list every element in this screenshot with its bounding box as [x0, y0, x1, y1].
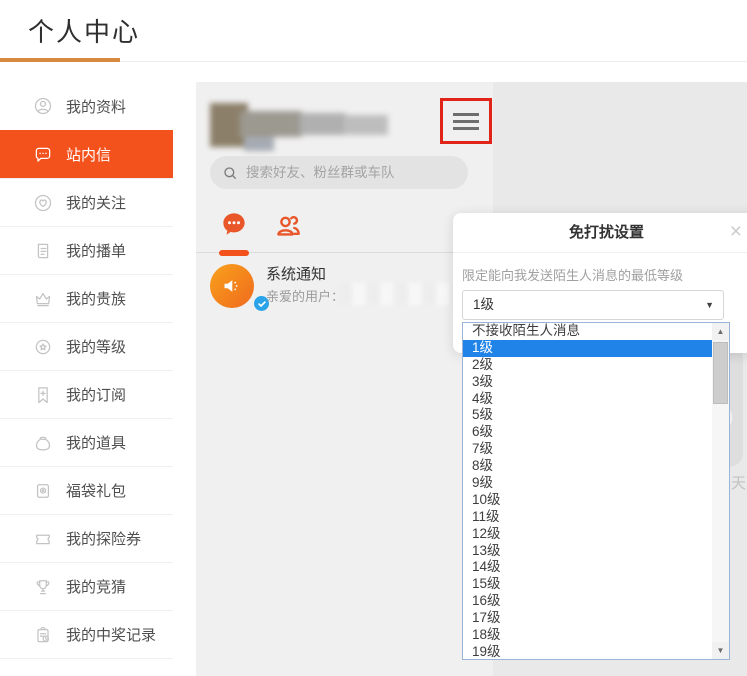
scroll-down-icon[interactable]: ▼ [712, 642, 729, 659]
sidebar-item-label: 我的道具 [66, 435, 127, 452]
header-accent-bar [0, 58, 120, 62]
scroll-up-icon[interactable]: ▲ [712, 323, 729, 340]
modal-divider [453, 252, 747, 253]
dropdown-option[interactable]: 12级 [463, 526, 712, 543]
record-icon [33, 625, 53, 645]
blurred-username [210, 95, 390, 153]
sidebar-item-11[interactable]: 我的中奖记录 [0, 610, 173, 658]
tab-contacts[interactable] [273, 210, 303, 240]
sidebar-item-8[interactable]: 福袋礼包 [0, 466, 173, 514]
dropdown-option[interactable]: 15级 [463, 576, 712, 593]
sidebar-item-label: 福袋礼包 [66, 483, 127, 500]
user-icon [33, 96, 53, 116]
dropdown-option[interactable]: 10级 [463, 492, 712, 509]
sidebar-item-label: 我的关注 [66, 195, 127, 212]
dropdown-scrollbar[interactable]: ▲ ▼ [712, 323, 729, 659]
gift-icon [33, 481, 53, 501]
message-list-item-system[interactable]: 系统通知 亲爱的用户： [196, 262, 493, 326]
bookmark-icon [33, 385, 53, 405]
sidebar-item-10[interactable]: 我的竞猜 [0, 562, 173, 610]
sidebar-item-5[interactable]: 我的等级 [0, 322, 173, 370]
sidebar-item-3[interactable]: 我的播单 [0, 226, 173, 274]
contacts-icon [277, 216, 300, 236]
sidebar-item-6[interactable]: 我的订阅 [0, 370, 173, 418]
page-title: 个人中心 [28, 17, 141, 47]
sidebar-item-7[interactable]: 我的道具 [0, 418, 173, 466]
dropdown-option[interactable]: 不接收陌生人消息 [463, 323, 712, 340]
message-icon [33, 145, 53, 165]
dropdown-option[interactable]: 18级 [463, 627, 712, 644]
heart-icon [33, 193, 53, 213]
sidebar-item-label: 我的中奖记录 [66, 627, 157, 644]
personal-center-page: 个人中心 我的资料站内信我的关注我的播单我的贵族我的等级我的订阅我的道具福袋礼包… [0, 0, 747, 676]
dropdown-option[interactable]: 8级 [463, 458, 712, 475]
sidebar-item-label: 我的探险券 [66, 531, 142, 548]
sidebar-item-label: 我的播单 [66, 243, 127, 260]
scrollbar-thumb[interactable] [713, 342, 728, 404]
check-badge-icon [257, 300, 266, 307]
dropdown-option[interactable]: 3级 [463, 374, 712, 391]
dropdown-options: 不接收陌生人消息 1级 2级 3级 4级 5级 6级 7级 8级 9级 10级 11级 12级 13级 14… [463, 323, 712, 659]
dropdown-option[interactable]: 1级 [463, 339, 712, 357]
pouch-icon [33, 433, 53, 453]
sidebar-nav: 我的资料站内信我的关注我的播单我的贵族我的等级我的订阅我的道具福袋礼包我的探险券… [0, 82, 173, 676]
message-preview: 亲爱的用户： [266, 289, 345, 304]
sidebar-item-label: 我的订阅 [66, 387, 127, 404]
dropdown-option[interactable]: 5级 [463, 407, 712, 424]
sidebar-item-1[interactable]: 站内信 [0, 130, 173, 178]
min-level-field-label: 限定能向我发送陌生人消息的最低等级 [462, 268, 684, 283]
sidebar-item-2[interactable]: 我的关注 [0, 178, 173, 226]
sidebar-item-label: 我的贵族 [66, 291, 127, 308]
trophy-icon [33, 577, 53, 597]
speaker-icon [224, 280, 238, 292]
min-level-select[interactable]: 1级 ▼ [462, 290, 724, 320]
playlist-icon [33, 241, 53, 261]
modal-title: 免打扰设置 [568, 224, 644, 241]
message-title: 系统通知 [266, 266, 327, 283]
search-icon [224, 166, 236, 179]
sidebar-item-label: 我的资料 [66, 98, 127, 116]
medal-icon [33, 337, 53, 357]
clipped-icon [33, 673, 53, 676]
annotation-highlight-box [440, 98, 492, 144]
ticket-icon [33, 529, 53, 549]
sidebar-item-label: 我的竞猜 [66, 579, 127, 596]
level-dropdown-list: 不接收陌生人消息 1级 2级 3级 4级 5级 6级 7级 8级 9级 10级 11级 12级 13级 14… [462, 322, 730, 660]
sidebar-item-4[interactable]: 我的贵族 [0, 274, 173, 322]
dropdown-option[interactable]: 17级 [463, 610, 712, 627]
sidebar-item-12[interactable] [0, 658, 173, 676]
dropdown-option[interactable]: 6级 [463, 424, 712, 441]
dropdown-option[interactable]: 9级 [463, 475, 712, 492]
chevron-down-icon: ▼ [705, 300, 714, 310]
tab-messages[interactable] [219, 209, 249, 239]
select-value: 1级 [473, 297, 495, 312]
system-notice-avatar [210, 264, 271, 313]
dropdown-option[interactable]: 4级 [463, 391, 712, 408]
sidebar-item-0[interactable]: 我的资料 [0, 82, 173, 130]
close-icon[interactable]: × [730, 220, 742, 244]
dropdown-option[interactable]: 14级 [463, 559, 712, 576]
dropdown-option[interactable]: 7级 [463, 441, 712, 458]
hamburger-menu-icon[interactable] [453, 109, 479, 134]
sidebar-item-9[interactable]: 我的探险券 [0, 514, 173, 562]
chat-list-column: 系统通知 亲爱的用户： [196, 82, 493, 676]
blurred-message-text [338, 283, 462, 305]
sidebar-item-label: 站内信 [66, 147, 112, 164]
dropdown-option[interactable]: 2级 [463, 357, 712, 374]
search-input-wrapper[interactable] [210, 156, 468, 189]
sidebar-item-label: 我的等级 [66, 339, 127, 356]
dropdown-option[interactable]: 19级 [463, 644, 712, 659]
dropdown-option[interactable]: 13级 [463, 543, 712, 560]
dropdown-option[interactable]: 11级 [463, 509, 712, 526]
search-input[interactable] [246, 165, 446, 180]
crown-icon [33, 289, 53, 309]
active-tab-indicator [219, 250, 249, 256]
dropdown-option[interactable]: 16级 [463, 593, 712, 610]
chat-bubble-icon [223, 213, 245, 235]
